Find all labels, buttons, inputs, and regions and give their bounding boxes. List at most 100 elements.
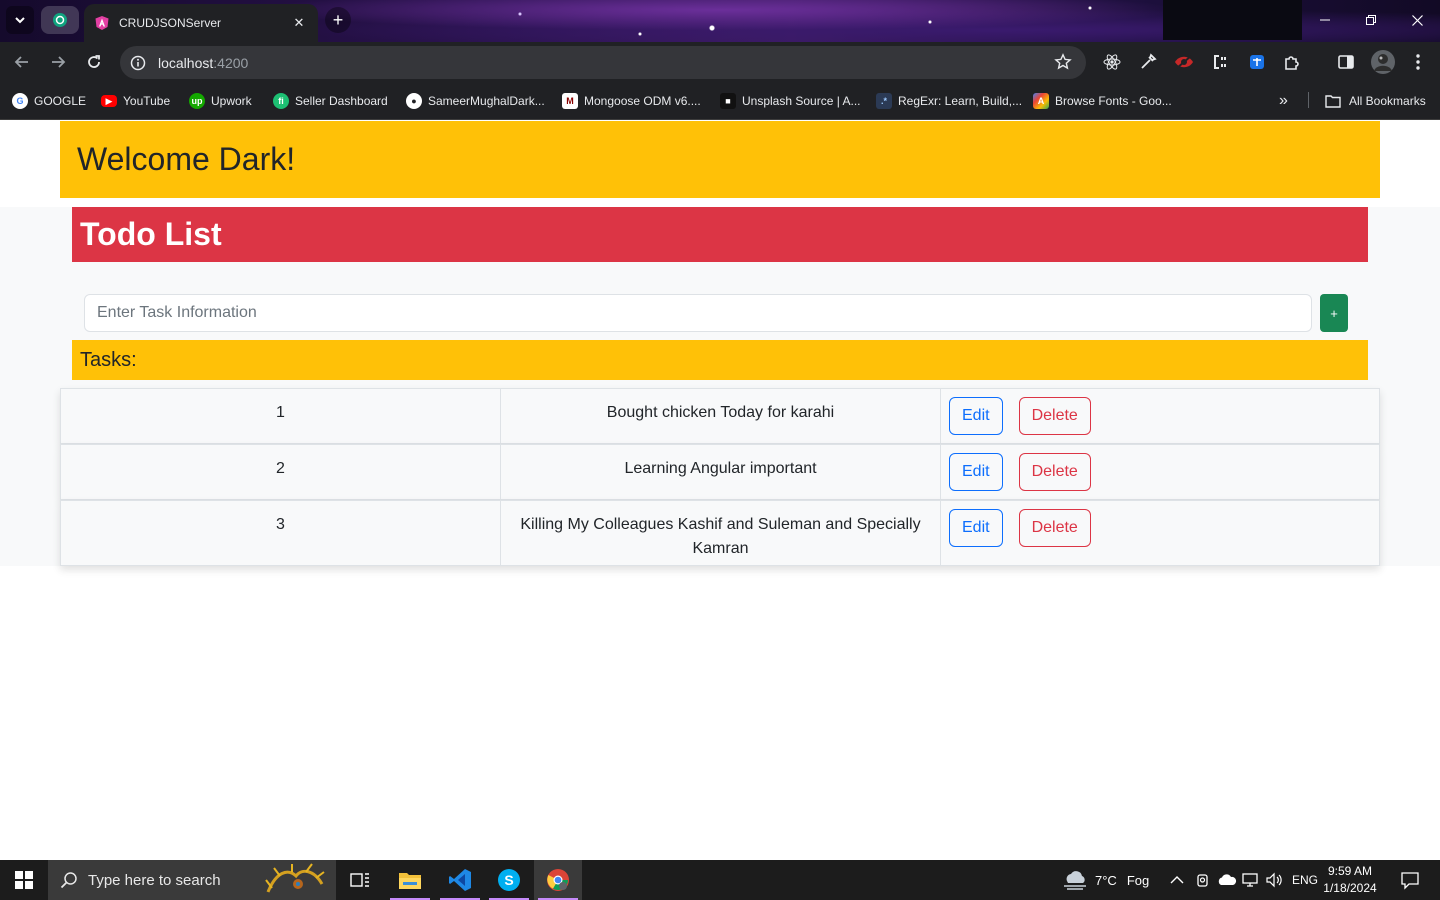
delete-button[interactable]: Delete: [1018, 397, 1091, 435]
todo-container: Todo List + Tasks: 1 Bought chicken Toda…: [0, 207, 1440, 566]
tab-crudjsonserver[interactable]: CRUDJSONServer ✕: [84, 4, 318, 42]
all-bookmarks-label: All Bookmarks: [1349, 94, 1426, 108]
chevron-up-icon: [1170, 876, 1184, 884]
bookmark-upwork[interactable]: up Upwork: [189, 92, 252, 110]
notifications-button[interactable]: [1400, 870, 1420, 890]
windows-logo-icon: [15, 871, 33, 889]
bookmark-star-icon[interactable]: [1054, 53, 1072, 71]
bookmark-seller-dashboard[interactable]: fi Seller Dashboard: [273, 92, 388, 110]
weather-temp: 7°C: [1095, 872, 1117, 888]
taskbar-vscode[interactable]: [436, 860, 484, 900]
url-host: localhost: [158, 54, 214, 71]
delete-button[interactable]: Delete: [1018, 509, 1091, 547]
tasks-heading: Tasks:: [80, 348, 137, 371]
bookmark-label: RegExr: Learn, Build,...: [898, 94, 1023, 108]
back-button[interactable]: [10, 50, 34, 74]
table-row: 1 Bought chicken Today for karahi Edit D…: [60, 388, 1380, 444]
angular-icon: [95, 16, 109, 30]
bookmark-google[interactable]: G GOOGLE: [12, 92, 86, 110]
react-devtools-icon[interactable]: [1102, 52, 1122, 72]
task-id: 1: [61, 389, 501, 443]
eye-extension-icon[interactable]: [1174, 52, 1194, 72]
start-button[interactable]: [0, 860, 48, 900]
weather-widget[interactable]: 7°C Fog: [1062, 860, 1149, 900]
taskbar-file-explorer[interactable]: [386, 860, 434, 900]
chrome-icon: [547, 869, 569, 891]
onedrive-button[interactable]: [1217, 860, 1237, 900]
extensions-puzzle-icon[interactable]: [1282, 52, 1302, 72]
arrow-left-icon: [14, 56, 28, 68]
window-controls: [1163, 0, 1440, 40]
bookmark-google-fonts[interactable]: A Browse Fonts - Goo...: [1033, 92, 1172, 110]
browser-toolbar: localhost:4200: [0, 42, 1440, 82]
task-id: 3: [61, 501, 501, 565]
tasks-heading-bar: Tasks:: [72, 340, 1368, 380]
close-window-button[interactable]: [1394, 0, 1440, 40]
reload-button[interactable]: [82, 50, 106, 74]
close-tab-icon[interactable]: ✕: [290, 15, 308, 31]
translate-extension-icon[interactable]: [1247, 52, 1267, 72]
meet-now-button[interactable]: [1195, 860, 1211, 900]
task-table: 1 Bought chicken Today for karahi Edit D…: [60, 388, 1380, 566]
taskbar-chrome[interactable]: [534, 860, 582, 900]
bookmarks-divider: [1308, 92, 1309, 108]
bookmark-regexr[interactable]: .* RegExr: Learn, Build,...: [876, 92, 1022, 110]
bookmarks-bar: G GOOGLE ▶ YouTube up Upwork fi Seller D…: [0, 82, 1440, 120]
bookmark-label: GOOGLE: [34, 94, 87, 108]
taskbar-search[interactable]: Type here to search: [48, 860, 336, 900]
bookmark-github[interactable]: ● SameerMughalDark...: [406, 92, 545, 110]
bookmark-mongoose[interactable]: M Mongoose ODM v6....: [562, 92, 701, 110]
network-button[interactable]: [1242, 860, 1260, 900]
regexr-icon: .*: [876, 93, 892, 109]
task-actions: Edit Delete: [941, 445, 1379, 499]
pinned-tab-chatgpt[interactable]: [41, 6, 79, 34]
edit-button[interactable]: Edit: [949, 453, 1003, 491]
avatar-icon: [1371, 50, 1395, 74]
windows-taskbar: Type here to search S 7°C Fog ENG 9:59 A…: [0, 860, 1440, 900]
minimize-icon: [1320, 19, 1330, 21]
browser-menu-icon[interactable]: [1408, 52, 1428, 72]
close-icon: [1411, 14, 1423, 26]
address-bar[interactable]: localhost:4200: [120, 46, 1086, 79]
titlebar-drag-area: [1163, 0, 1302, 40]
delete-button[interactable]: Delete: [1018, 453, 1091, 491]
minimize-button[interactable]: [1302, 0, 1348, 40]
arrow-right-icon: [52, 56, 66, 68]
edit-button[interactable]: Edit: [949, 397, 1003, 435]
all-bookmarks-button[interactable]: All Bookmarks: [1325, 92, 1426, 110]
speaker-icon: [1266, 872, 1282, 888]
add-task-button[interactable]: +: [1320, 294, 1348, 332]
code-extension-icon[interactable]: [1210, 52, 1230, 72]
taskbar-skype[interactable]: S: [485, 860, 533, 900]
task-input[interactable]: [84, 294, 1312, 332]
taskbar-clock[interactable]: 9:59 AM 1/18/2024: [1318, 863, 1382, 897]
bookmark-label: Browse Fonts - Goo...: [1055, 94, 1172, 108]
restore-button[interactable]: [1348, 0, 1394, 40]
show-hidden-icons-button[interactable]: [1170, 860, 1184, 900]
notification-icon: [1401, 872, 1419, 890]
bookmark-label: SameerMughalDark...: [428, 94, 545, 108]
tab-search-button[interactable]: [6, 6, 34, 34]
page-title: Todo List: [80, 216, 222, 252]
clock-time: 9:59 AM: [1327, 864, 1373, 878]
task-view-button[interactable]: [336, 860, 384, 900]
edit-button[interactable]: Edit: [949, 509, 1003, 547]
youtube-icon: ▶: [101, 95, 117, 107]
new-tab-button[interactable]: +: [325, 7, 351, 33]
volume-button[interactable]: [1265, 860, 1283, 900]
bookmark-youtube[interactable]: ▶ YouTube: [101, 92, 170, 110]
forward-button[interactable]: [46, 50, 70, 74]
chevron-double-right-icon: »: [1279, 92, 1288, 109]
table-row: 2 Learning Angular important Edit Delete: [60, 444, 1380, 500]
chevron-down-icon: [15, 17, 25, 24]
page-viewport: Welcome Dark! Todo List + Tasks: 1 Bough…: [0, 121, 1440, 860]
svg-text:S: S: [504, 872, 513, 888]
profile-avatar[interactable]: [1370, 49, 1396, 75]
color-picker-icon[interactable]: [1138, 52, 1158, 72]
welcome-banner: Welcome Dark!: [60, 121, 1380, 198]
side-panel-icon[interactable]: [1336, 52, 1356, 72]
bookmark-unsplash[interactable]: ■ Unsplash Source | A...: [720, 92, 861, 110]
input-language-button[interactable]: ENG: [1292, 860, 1318, 900]
more-bookmarks-button[interactable]: »: [1279, 92, 1288, 110]
bookmark-label: Unsplash Source | A...: [742, 94, 861, 108]
